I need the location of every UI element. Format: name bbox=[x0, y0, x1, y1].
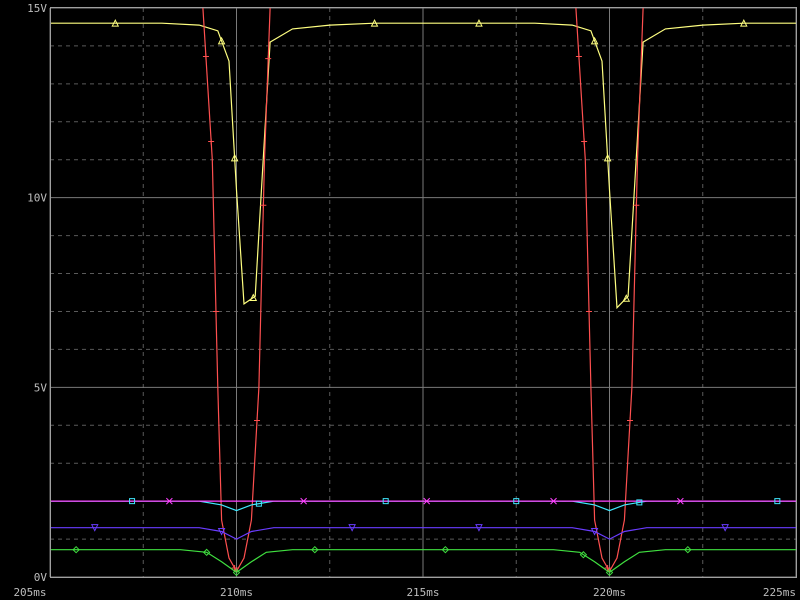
x-tick-label: 205ms bbox=[13, 586, 46, 599]
y-tick-label: 10V bbox=[27, 192, 47, 205]
x-tick-label: 220ms bbox=[593, 586, 626, 599]
x-tick-label: 215ms bbox=[406, 586, 439, 599]
y-tick-label: 5V bbox=[34, 381, 48, 394]
oscilloscope-chart: 0V 5V 10V 15V 205ms 210ms 215ms 220ms 225ms bbox=[0, 0, 800, 600]
y-tick-label: 0V bbox=[34, 571, 48, 584]
plot-background bbox=[0, 0, 800, 600]
y-tick-label: 15V bbox=[27, 2, 47, 15]
x-tick-label: 225ms bbox=[763, 586, 796, 599]
x-tick-label: 210ms bbox=[220, 586, 253, 599]
